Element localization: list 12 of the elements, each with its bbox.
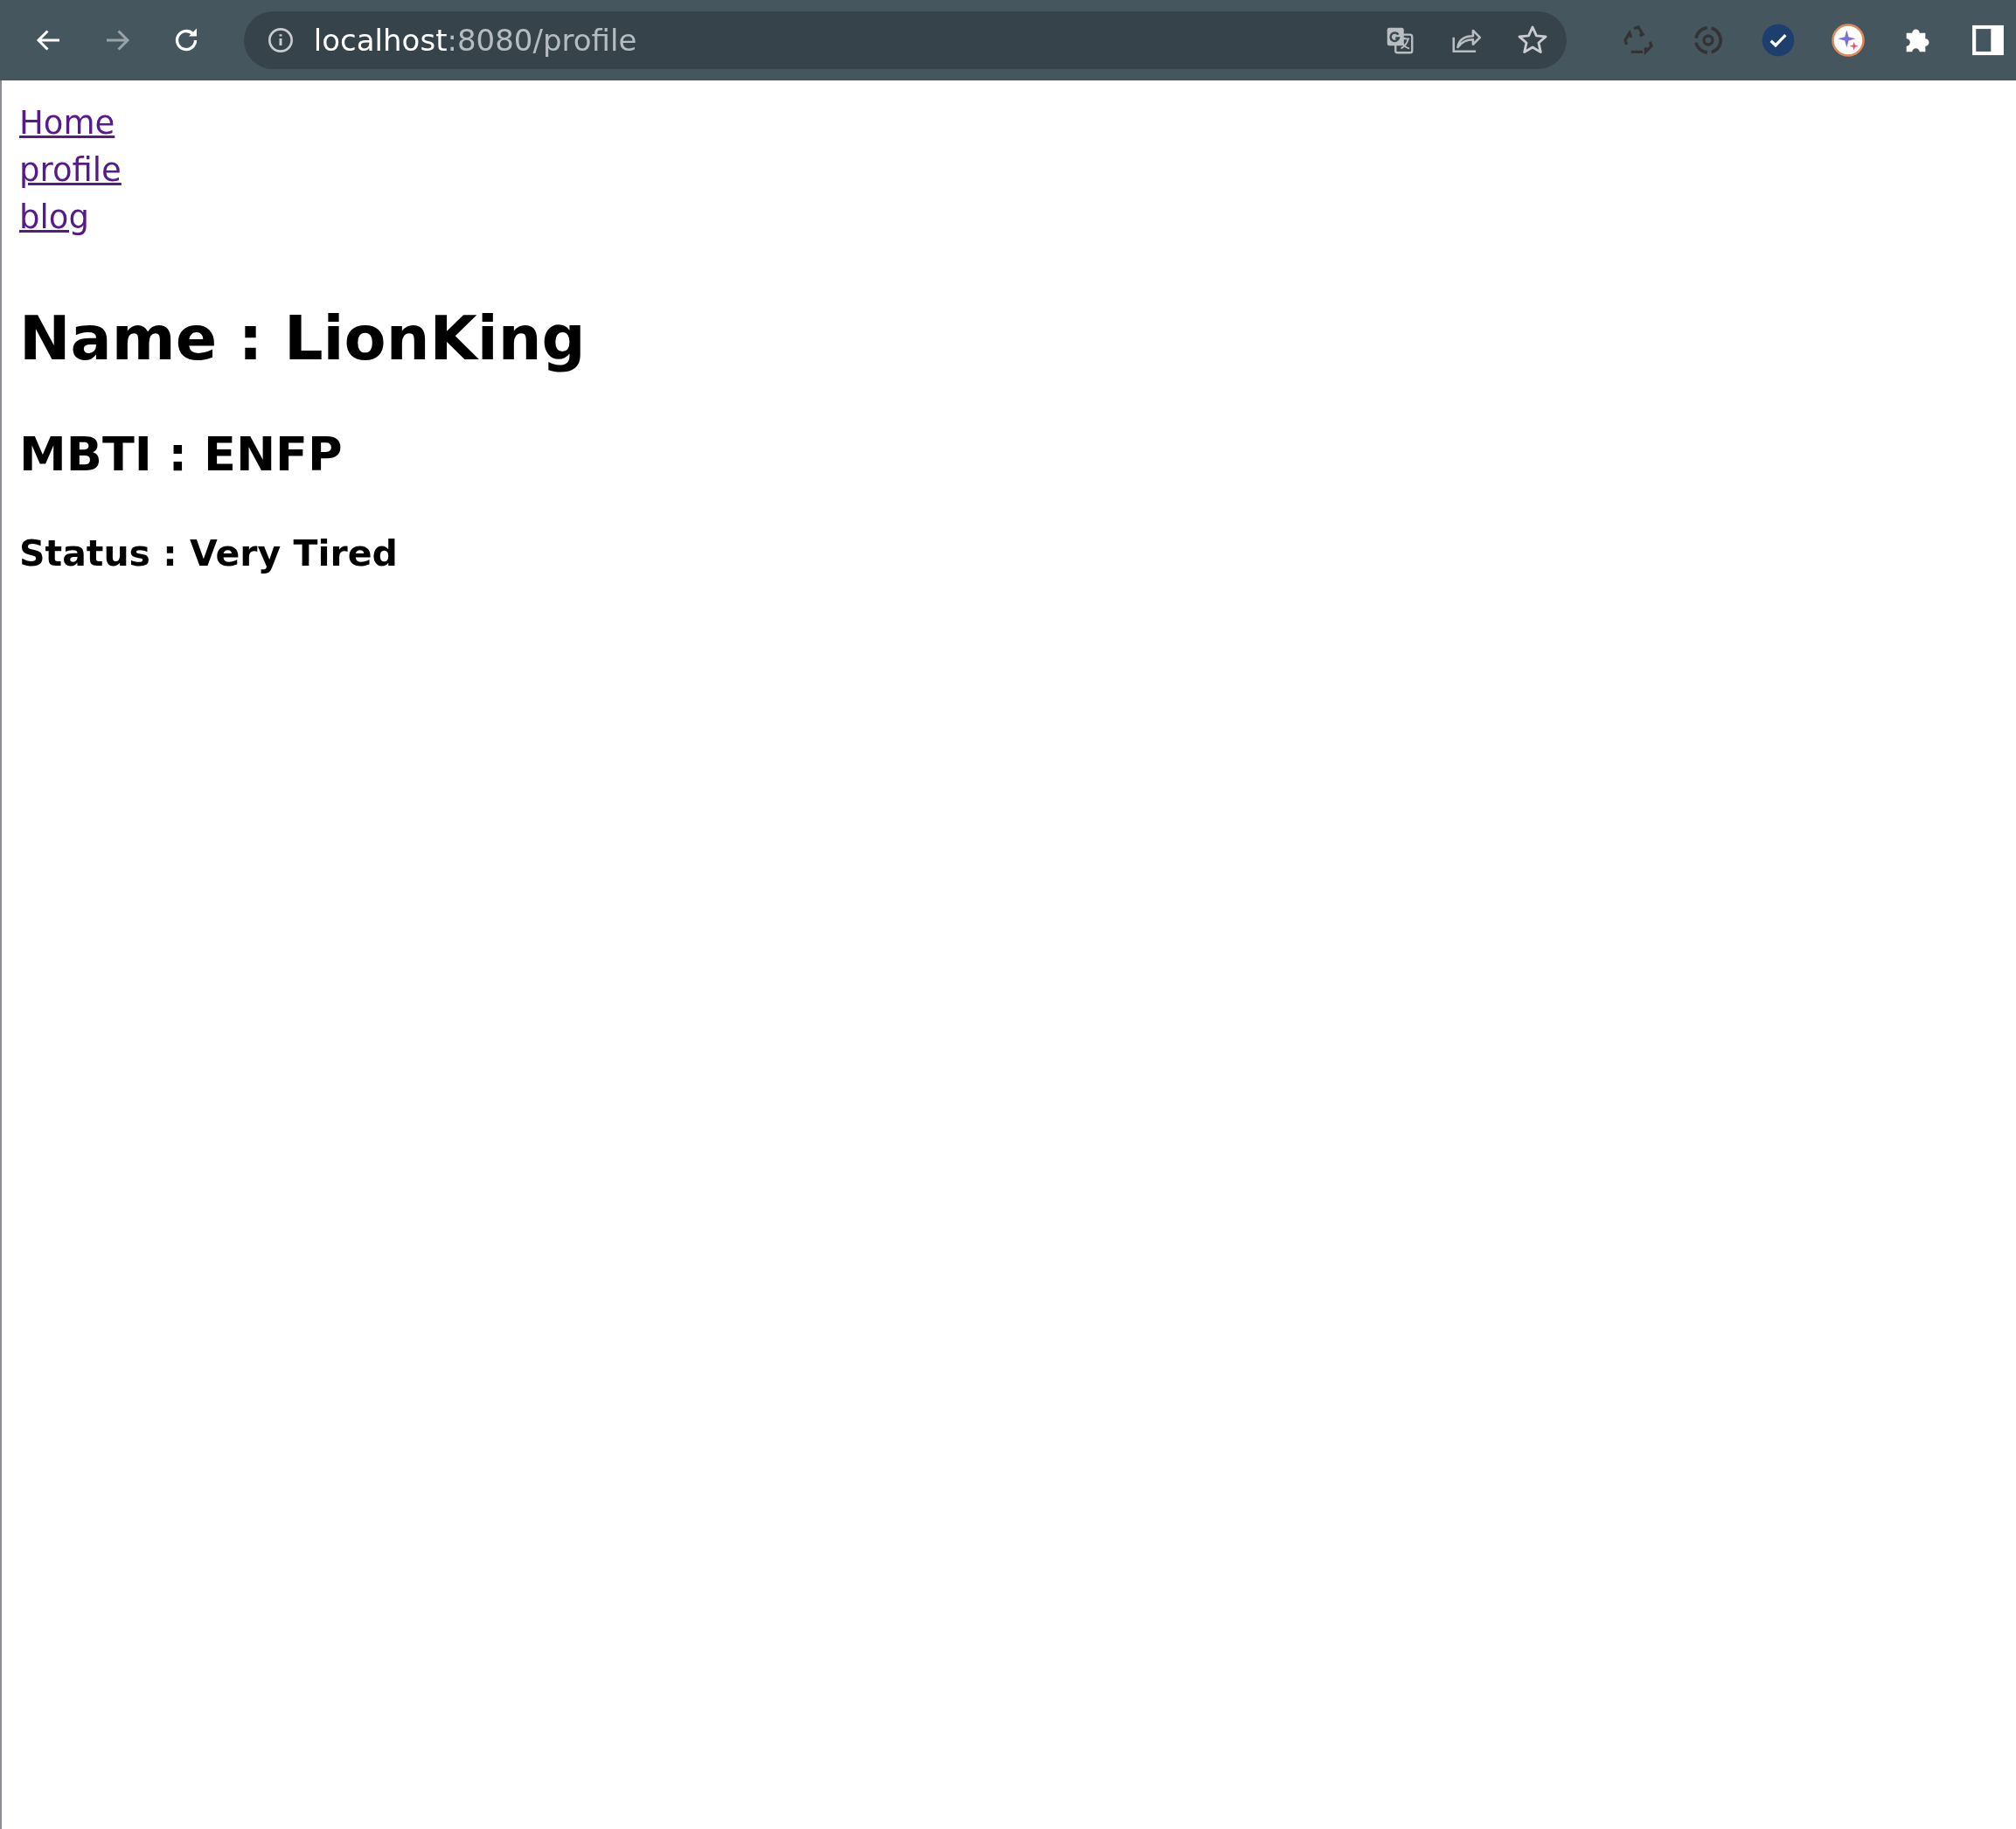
side-panel-icon[interactable] [1971,23,2006,58]
mbti-heading: MBTI : ENFP [19,427,344,482]
info-icon [266,26,295,54]
address-bar[interactable]: localhost:8080/profile [243,11,1567,69]
nav-link[interactable]: profile [19,147,122,194]
nav-link[interactable]: Home [19,100,115,147]
sparkle-icon[interactable] [1831,23,1866,58]
status-heading: Status : Very Tired [19,532,399,574]
name-heading: Name : LionKing [19,303,587,374]
nav-link[interactable]: blog [19,194,89,241]
url-text: localhost:8080/profile [313,23,637,58]
check-icon[interactable] [1761,23,1796,58]
